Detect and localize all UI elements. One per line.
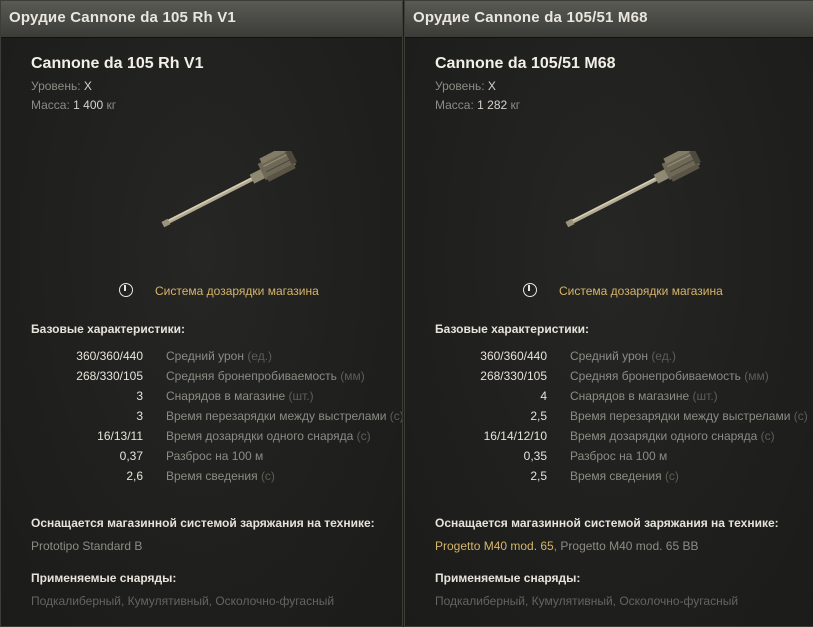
stat-label: Время дозарядки одного снаряда (с) [166,429,371,443]
stat-label: Средний урон (ед.) [570,349,677,363]
ammo-heading: Применяемые снаряды: [31,571,177,585]
level-value: X [487,79,496,93]
stat-label: Средняя бронепробиваемость (мм) [570,369,769,383]
mass-value: 1 282 [477,98,508,112]
mass-label: Масса: [31,98,70,112]
gun-level: Уровень: X [435,79,496,93]
vehicle-link[interactable]: Progetto M40 mod. 65 [435,539,554,553]
magazine-reload-icon [119,283,133,297]
stat-label: Разброс на 100 м [570,449,668,463]
level-label: Уровень: [31,79,81,93]
mass-label: Масса: [435,98,474,112]
stat-value: 268/330/105 [76,369,143,383]
stat-value: 0,37 [119,449,143,463]
gun-info-window-1: Орудие Cannone da 105 Rh V1 Cannone da 1… [0,0,403,627]
mass-unit: кг [106,98,117,112]
stat-value: 4 [540,389,547,403]
gun-name: Cannone da 105/51 M68 [435,55,616,72]
stat-label: Средняя бронепробиваемость (мм) [166,369,365,383]
stat-label: Снарядов в магазине (шт.) [570,389,718,403]
vehicles-list: Progetto M40 mod. 65, Progetto M40 mod. … [435,539,698,553]
stat-label: Время сведения (с) [570,469,679,483]
stat-value: 360/360/440 [480,349,547,363]
level-value: X [83,79,92,93]
feature-row: Система дозарядки магазина [119,283,319,298]
gun-info-window-2: Орудие Cannone da 105/51 M68 Cannone da … [404,0,813,627]
gun-mass: Масса: 1 282 кг [435,98,520,112]
stat-value: 268/330/105 [480,369,547,383]
feature-row: Система дозарядки магазина [523,283,723,298]
stat-label: Средний урон (ед.) [166,349,273,363]
stat-label: Разброс на 100 м [166,449,264,463]
mass-value: 1 400 [73,98,104,112]
level-label: Уровень: [435,79,485,93]
stat-value: 0,35 [523,449,547,463]
stat-label: Снарядов в магазине (шт.) [166,389,314,403]
ammo-heading: Применяемые снаряды: [435,571,581,585]
base-stats-heading: Базовые характеристики: [435,322,589,336]
gun-model-image [161,151,297,228]
stat-value: 360/360/440 [76,349,143,363]
stat-value: 3 [136,409,143,423]
ammo-list: Подкалиберный, Кумулятивный, Осколочно-ф… [31,594,335,608]
stat-value: 2,5 [530,469,547,483]
magazine-reload-icon [523,283,537,297]
gun-model-image [565,151,701,228]
window-title[interactable]: Орудие Cannone da 105/51 M68 [405,1,813,38]
gun-name: Cannone da 105 Rh V1 [31,55,204,72]
stat-value: 2,5 [530,409,547,423]
mass-unit: кг [510,98,521,112]
stat-label: Время перезарядки между выстрелами (с) [166,409,403,423]
gun-level: Уровень: X [31,79,92,93]
ammo-list: Подкалиберный, Кумулятивный, Осколочно-ф… [435,594,739,608]
vehicles-list: Prototipo Standard B [31,539,143,553]
vehicles-heading: Оснащается магазинной системой заряжания… [31,516,375,530]
stat-value: 3 [136,389,143,403]
stat-value: 16/14/12/10 [483,429,547,443]
base-stats-heading: Базовые характеристики: [31,322,185,336]
stat-value: 2,6 [126,469,143,483]
feature-label: Система дозарядки магазина [155,284,319,298]
stat-label: Время сведения (с) [166,469,275,483]
stat-label: Время перезарядки между выстрелами (с) [570,409,808,423]
vehicle-item: Progetto M40 mod. 65 BB [560,539,699,553]
window-title[interactable]: Орудие Cannone da 105 Rh V1 [1,1,402,38]
gun-mass: Масса: 1 400 кг [31,98,116,112]
stat-value: 16/13/11 [97,429,143,443]
stat-label: Время дозарядки одного снаряда (с) [570,429,775,443]
feature-label: Система дозарядки магазина [559,284,723,298]
vehicles-heading: Оснащается магазинной системой заряжания… [435,516,779,530]
